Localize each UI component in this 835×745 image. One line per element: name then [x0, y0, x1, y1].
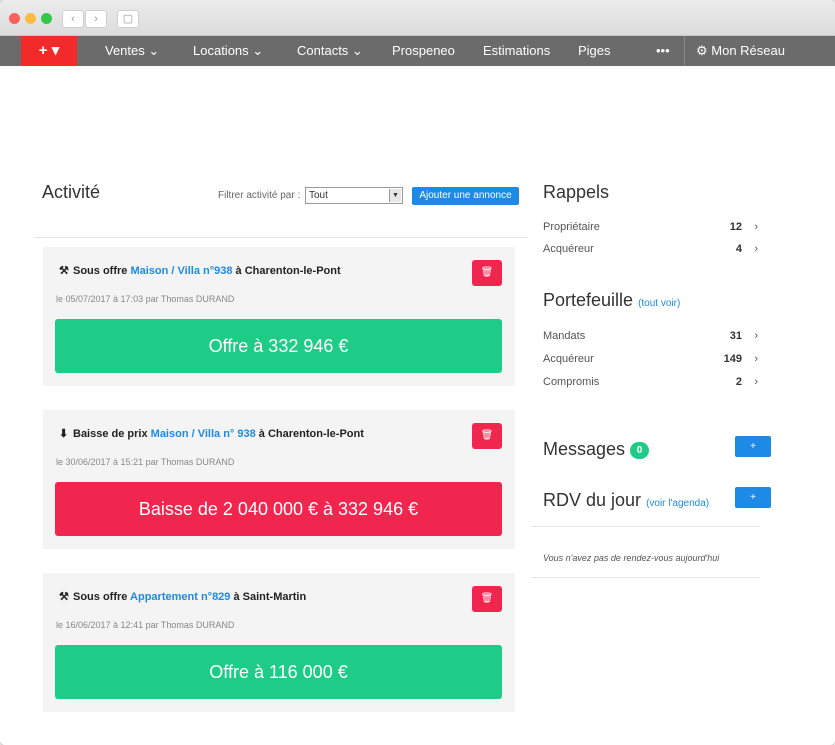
delete-button[interactable]: 🗑	[472, 586, 502, 612]
activity-card-title: ⚒ Sous offre Maison / Villa n°938 à Chare…	[59, 264, 341, 277]
property-link[interactable]: Appartement n°829	[130, 591, 230, 603]
portefeuille-label: Compromis	[543, 376, 600, 388]
activity-date: le 16/06/2017 à 12:41 par Thomas DURAND	[56, 620, 235, 630]
sidebar-toggle-icon[interactable]: ▢	[117, 10, 139, 28]
rappel-count: 4	[735, 243, 742, 255]
messages-heading: Messages 0	[543, 439, 650, 460]
activity-date: le 05/07/2017 à 17:03 par Thomas DURAND	[56, 294, 235, 304]
delete-button[interactable]: 🗑	[472, 260, 502, 286]
activity-card-title: ⚒ Sous offre Appartement n°829 à Saint-Ma…	[59, 590, 306, 603]
messages-title: Messages	[543, 439, 626, 459]
nav-ventes[interactable]: Ventes ⌄	[105, 36, 159, 66]
activity-date: le 30/06/2017 à 15:21 par Thomas DURAND	[56, 457, 235, 467]
activity-card: ⚒ Sous offre Maison / Villa n°938 à Chare…	[43, 247, 515, 386]
portefeuille-row-mandats[interactable]: Mandats 31 ›	[543, 330, 758, 342]
chevron-right-icon: ›	[754, 221, 758, 233]
nav-mon-reseau[interactable]: ⚙ Mon Réseau	[696, 36, 785, 66]
nav-piges[interactable]: Piges	[578, 36, 611, 66]
browser-titlebar: ‹ › ▢	[0, 0, 835, 36]
page-content: Activité Filtrer activité par : Tout ▼ A…	[0, 66, 835, 745]
add-listing-button[interactable]: Ajouter une annonce	[412, 187, 519, 205]
activity-location: à Saint-Martin	[230, 591, 307, 603]
activity-type: Sous offre	[73, 265, 131, 277]
activity-banner: Baisse de 2 040 000 € à 332 946 €	[55, 482, 502, 536]
divider	[34, 237, 528, 238]
property-link[interactable]: Maison / Villa n° 938	[151, 428, 256, 440]
portefeuille-heading: Portefeuille (tout voir)	[543, 290, 680, 311]
chevron-right-icon: ›	[754, 243, 758, 255]
nav-divider	[684, 36, 685, 66]
trash-icon: 🗑	[480, 267, 494, 278]
activity-card: ⬇ Baisse de prix Maison / Villa n° 938 à …	[43, 410, 515, 549]
rappel-row-proprietaire[interactable]: Propriétaire 12 ›	[543, 221, 758, 233]
back-icon[interactable]: ‹	[62, 10, 84, 28]
close-window-button[interactable]	[9, 13, 20, 24]
rappels-title: Rappels	[543, 182, 610, 202]
nav-locations[interactable]: Locations ⌄	[193, 36, 263, 66]
nav-contacts[interactable]: Contacts ⌄	[297, 36, 363, 66]
portefeuille-count: 2	[735, 376, 742, 388]
activity-location: à Charenton-le-Pont	[255, 428, 364, 440]
messages-count-badge: 0	[630, 441, 650, 459]
chevron-right-icon: ›	[754, 376, 758, 388]
add-message-button[interactable]: +	[735, 436, 771, 457]
browser-window: ‹ › ▢ + ▾ Ventes ⌄ Locations ⌄ Contacts …	[0, 0, 835, 745]
zoom-window-button[interactable]	[41, 13, 52, 24]
property-link[interactable]: Maison / Villa n°938	[130, 265, 232, 277]
rdv-agenda-link[interactable]: (voir l'agenda)	[646, 498, 709, 509]
divider	[531, 526, 760, 527]
portefeuille-see-all-link[interactable]: (tout voir)	[638, 298, 680, 309]
rappel-label: Propriétaire	[543, 221, 600, 233]
activity-banner: Offre à 116 000 €	[55, 645, 502, 699]
portefeuille-label: Mandats	[543, 330, 586, 342]
hammer-icon: ⚒	[59, 591, 69, 603]
main-navbar: + ▾ Ventes ⌄ Locations ⌄ Contacts ⌄ Pros…	[0, 36, 835, 66]
create-menu-button[interactable]: + ▾	[21, 36, 77, 66]
rdv-heading: RDV du jour (voir l'agenda)	[543, 490, 709, 511]
rappel-count: 12	[729, 221, 742, 233]
portefeuille-row-compromis[interactable]: Compromis 2 ›	[543, 376, 758, 388]
add-rdv-button[interactable]: +	[735, 487, 771, 508]
portefeuille-title: Portefeuille	[543, 290, 634, 310]
trash-icon: 🗑	[480, 430, 494, 441]
chevron-right-icon: ›	[754, 353, 758, 365]
nav-more-button[interactable]: •••	[656, 36, 670, 66]
activity-banner: Offre à 332 946 €	[55, 319, 502, 373]
filter-select-value: Tout	[309, 190, 328, 201]
arrow-down-icon: ⬇	[59, 428, 69, 440]
activity-card-title: ⬇ Baisse de prix Maison / Villa n° 938 à …	[59, 427, 364, 440]
activity-title: Activité	[42, 182, 101, 202]
filter-label: Filtrer activité par :	[218, 190, 301, 201]
activity-location: à Charenton-le-Pont	[232, 265, 341, 277]
nav-prospeneo[interactable]: Prospeneo	[392, 36, 455, 66]
portefeuille-row-acquereur[interactable]: Acquéreur 149 ›	[543, 353, 758, 365]
activity-filter-select[interactable]: Tout ▼	[305, 187, 403, 204]
rappel-row-acquereur[interactable]: Acquéreur 4 ›	[543, 243, 758, 255]
chevron-down-icon: ▼	[389, 189, 401, 202]
chevron-right-icon: ›	[754, 330, 758, 342]
trash-icon: 🗑	[480, 593, 494, 604]
divider	[531, 577, 760, 578]
minimize-window-button[interactable]	[25, 13, 36, 24]
rappel-label: Acquéreur	[543, 243, 594, 255]
delete-button[interactable]: 🗑	[472, 423, 502, 449]
forward-icon[interactable]: ›	[85, 10, 107, 28]
activity-type: Baisse de prix	[73, 428, 151, 440]
hammer-icon: ⚒	[59, 265, 69, 277]
activity-type: Sous offre	[73, 591, 131, 603]
activity-card: ⚒ Sous offre Appartement n°829 à Saint-Ma…	[43, 573, 515, 712]
no-appointment-message: Vous n'avez pas de rendez-vous aujourd'h…	[543, 553, 720, 563]
portefeuille-count: 31	[729, 330, 742, 342]
rdv-title: RDV du jour	[543, 490, 642, 510]
portefeuille-label: Acquéreur	[543, 353, 594, 365]
nav-estimations[interactable]: Estimations	[483, 36, 550, 66]
portefeuille-count: 149	[723, 353, 742, 365]
